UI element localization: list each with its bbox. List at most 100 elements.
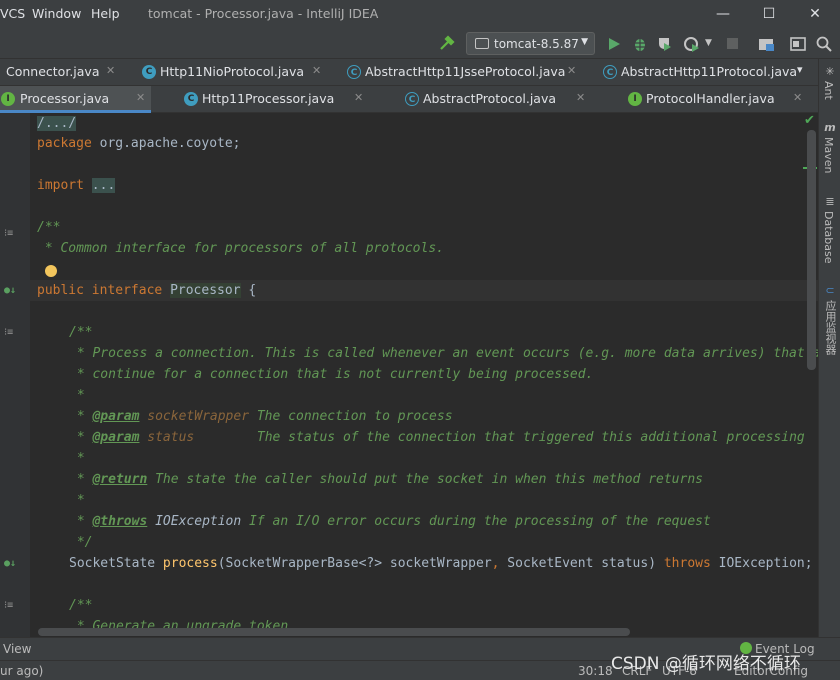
menu-vcs[interactable]: VCS bbox=[0, 6, 25, 21]
tab-abstractprotocol-java[interactable]: C AbstractProtocol.java ✕ bbox=[398, 86, 594, 112]
code-line: * @throws IOException If an I/O error oc… bbox=[69, 511, 711, 532]
view-button[interactable]: View bbox=[3, 642, 31, 656]
tab-abstracthttp11protocol-java[interactable]: C AbstractHttp11Protocol.java bbox=[596, 59, 810, 85]
code-line: * @param status The status of the connec… bbox=[69, 427, 805, 448]
main-toolbar: tomcat-8.5.87 ▼ ▼ bbox=[0, 29, 840, 59]
plugin-icon: ⊂ bbox=[825, 284, 835, 297]
interface-name: Processor bbox=[170, 283, 241, 298]
doc-text: The status of the connection that trigge… bbox=[194, 430, 805, 445]
horizontal-scrollbar[interactable] bbox=[38, 628, 630, 636]
doc-prefix: * bbox=[69, 409, 93, 424]
keyword: import bbox=[37, 178, 84, 193]
doc-text: The state the caller should put the sock… bbox=[147, 472, 703, 487]
doc-text: The connection to process bbox=[249, 409, 453, 424]
doc-prefix: * bbox=[69, 472, 93, 487]
minimize-button[interactable]: — bbox=[713, 4, 733, 24]
implemented-by-icon[interactable]: ●↓ bbox=[4, 285, 16, 296]
close-icon[interactable]: ✕ bbox=[567, 64, 576, 77]
database-tool-button[interactable]: Database bbox=[822, 211, 835, 264]
method-params: SocketEvent status) bbox=[499, 556, 664, 571]
search-icon[interactable] bbox=[815, 35, 833, 53]
folded-header-comment[interactable]: /.../ bbox=[37, 116, 77, 131]
tab-abstracthttp11jsseprotocol-java[interactable]: C AbstractHttp11JsseProtocol.java ✕ bbox=[340, 59, 583, 85]
debug-icon[interactable] bbox=[631, 35, 649, 53]
ant-tool-button[interactable]: Ant bbox=[822, 81, 835, 100]
tab-processor-java[interactable]: I Processor.java ✕ bbox=[0, 86, 151, 113]
implemented-by-icon[interactable]: ●↓ bbox=[4, 558, 16, 569]
class-icon: C bbox=[184, 92, 198, 106]
editor-gutter[interactable]: ⁝≡ ●↓ ⁝≡ ●↓ ⁝≡ bbox=[0, 113, 30, 637]
caret-position[interactable]: 30:18 bbox=[578, 664, 613, 678]
stop-icon[interactable] bbox=[727, 38, 738, 49]
vertical-scrollbar[interactable] bbox=[807, 130, 816, 370]
menu-window[interactable]: Window bbox=[32, 6, 81, 21]
profiler-dropdown-icon[interactable]: ▼ bbox=[705, 38, 723, 56]
status-message[interactable]: ur ago) bbox=[0, 664, 43, 678]
code-editor[interactable]: ⁝≡ ●↓ ⁝≡ ●↓ ⁝≡ /.../ package org.apache.… bbox=[0, 113, 818, 637]
code-line: * bbox=[69, 493, 85, 508]
folded-imports[interactable]: ... bbox=[91, 178, 116, 193]
code-line: /.../ bbox=[37, 113, 77, 134]
run-configuration-select[interactable]: tomcat-8.5.87 ▼ bbox=[466, 32, 595, 55]
doc-tag: @throws bbox=[92, 514, 148, 529]
doc-tag: @param bbox=[92, 430, 140, 445]
chevron-down-icon: ▼ bbox=[581, 37, 588, 47]
doc-prefix: * bbox=[69, 430, 93, 445]
interface-icon: I bbox=[1, 92, 15, 106]
close-icon[interactable]: ✕ bbox=[576, 91, 585, 104]
close-icon[interactable]: ✕ bbox=[354, 91, 363, 104]
keyword: package bbox=[37, 136, 92, 151]
interface-icon: I bbox=[628, 92, 642, 106]
window-title: tomcat - Processor.java - IntelliJ IDEA bbox=[148, 6, 379, 21]
menu-help[interactable]: Help bbox=[91, 6, 120, 21]
tab-label: Http11NioProtocol.java bbox=[160, 64, 305, 79]
tab-label: ProtocolHandler.java bbox=[646, 91, 775, 106]
coverage-icon[interactable] bbox=[656, 35, 674, 53]
tab-connector-java[interactable]: Connector.java ✕ bbox=[0, 59, 123, 85]
editor-tabs-row-2: I Processor.java ✕ C Http11Processor.jav… bbox=[0, 86, 818, 113]
editor-tabs-row-1: Connector.java ✕ C Http11NioProtocol.jav… bbox=[0, 59, 818, 86]
tab-label: AbstractHttp11JsseProtocol.java bbox=[365, 64, 566, 79]
maven-tool-button[interactable]: Maven bbox=[822, 137, 835, 173]
code-line: * bbox=[69, 388, 85, 403]
abstract-class-icon: C bbox=[347, 65, 361, 79]
doc-tag: @param bbox=[92, 409, 140, 424]
tab-label: Http11Processor.java bbox=[202, 91, 335, 106]
plugin-tool-button[interactable]: 应用监视器 bbox=[822, 300, 838, 355]
close-icon[interactable]: ✕ bbox=[312, 64, 321, 77]
tab-label: Processor.java bbox=[20, 91, 110, 106]
keyword: throws bbox=[663, 556, 711, 571]
code-line: /** bbox=[69, 598, 93, 613]
close-window-button[interactable]: ✕ bbox=[805, 4, 825, 24]
abstract-class-icon: C bbox=[603, 65, 617, 79]
keyword: public bbox=[37, 283, 84, 298]
tab-label: AbstractProtocol.java bbox=[423, 91, 557, 106]
close-icon[interactable]: ✕ bbox=[793, 91, 802, 104]
tab-label: Connector.java bbox=[6, 64, 100, 79]
project-structure-icon[interactable] bbox=[757, 35, 775, 53]
doc-param-name: socketWrapper bbox=[139, 409, 250, 424]
tab-http11nioprotocol-java[interactable]: C Http11NioProtocol.java ✕ bbox=[134, 59, 330, 85]
run-icon[interactable] bbox=[605, 35, 623, 53]
maximize-button[interactable]: ☐ bbox=[759, 4, 779, 24]
profiler-icon[interactable] bbox=[683, 35, 701, 53]
doc-exception-type: IOException bbox=[147, 514, 242, 529]
fold-marker-icon[interactable]: ⁝≡ bbox=[4, 228, 13, 239]
close-icon[interactable]: ✕ bbox=[106, 64, 115, 77]
fold-marker-icon[interactable]: ⁝≡ bbox=[4, 327, 13, 338]
method-name: process bbox=[162, 556, 218, 571]
code-line: */ bbox=[69, 535, 93, 550]
method-params: (SocketWrapperBase<?> socketWrapper bbox=[217, 556, 492, 571]
presentation-mode-icon[interactable] bbox=[789, 35, 807, 53]
tab-http11processor-java[interactable]: C Http11Processor.java ✕ bbox=[176, 86, 372, 112]
close-icon[interactable]: ✕ bbox=[136, 91, 145, 104]
doc-tag: @return bbox=[92, 472, 148, 487]
fold-marker-icon[interactable]: ⁝≡ bbox=[4, 600, 13, 611]
build-hammer-icon[interactable] bbox=[438, 35, 456, 53]
code-line: * @return The state the caller should pu… bbox=[69, 469, 703, 490]
inspection-ok-check-icon[interactable]: ✔ bbox=[804, 113, 815, 128]
doc-text: If an I/O error occurs during the proces… bbox=[241, 514, 711, 529]
exception-type: IOException; bbox=[710, 556, 813, 571]
tab-protocolhandler-java[interactable]: I ProtocolHandler.java ✕ bbox=[622, 86, 810, 112]
intention-bulb-icon[interactable] bbox=[45, 265, 57, 277]
